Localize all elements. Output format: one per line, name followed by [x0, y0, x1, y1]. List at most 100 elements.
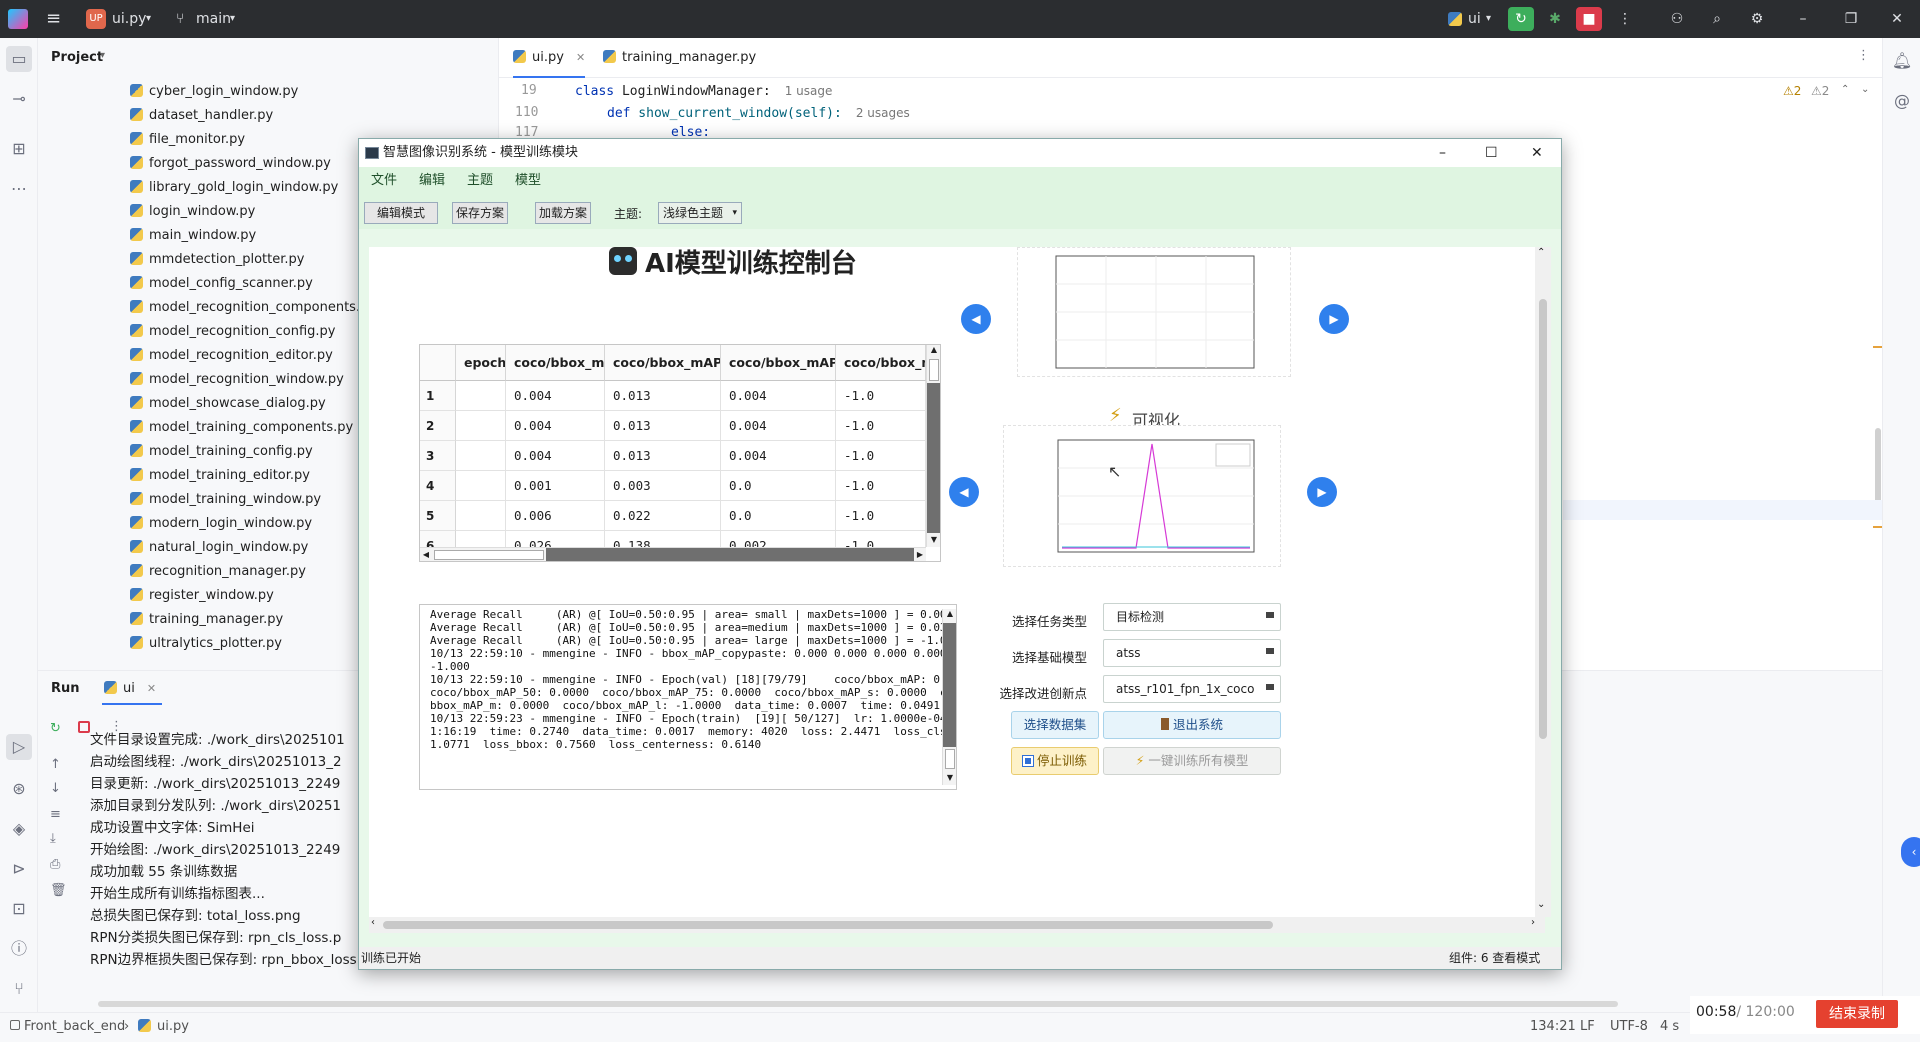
- train-all-models-button[interactable]: ⚡ 一键训练所有模型: [1103, 747, 1281, 775]
- table-cell[interactable]: [456, 441, 506, 471]
- run-config-selector[interactable]: ui: [1468, 0, 1481, 38]
- table-cell[interactable]: 0.013: [605, 381, 721, 411]
- table-cell[interactable]: -1.0: [836, 441, 926, 471]
- gear-icon[interactable]: ⚙: [1744, 7, 1770, 31]
- loss-plot-top[interactable]: [1018, 248, 1292, 378]
- log-vscroll[interactable]: ▲ ▼: [942, 609, 956, 785]
- table-cell[interactable]: 0.004: [506, 441, 605, 471]
- table-cell[interactable]: 0.0: [721, 501, 836, 531]
- table-vscroll[interactable]: ▲ ▼: [926, 345, 940, 547]
- scroll-thumb[interactable]: [929, 359, 939, 381]
- maximize-icon[interactable]: ❐: [1838, 7, 1864, 31]
- file-tree-item[interactable]: training_manager.py: [130, 608, 283, 632]
- file-tree-item[interactable]: main_window.py: [130, 224, 256, 248]
- terminal-icon[interactable]: ⊡: [6, 896, 32, 922]
- tab-training-manager[interactable]: training_manager.py: [603, 38, 756, 78]
- file-tree-item[interactable]: cyber_login_window.py: [130, 80, 298, 104]
- scroll-thumb[interactable]: [1539, 299, 1547, 739]
- row-header[interactable]: 4: [420, 471, 456, 501]
- table-cell[interactable]: 0.004: [721, 411, 836, 441]
- app-logo[interactable]: [8, 9, 28, 29]
- file-tree-item[interactable]: file_monitor.py: [130, 128, 245, 152]
- scroll-up-arrow[interactable]: ▲: [927, 345, 940, 357]
- table-cell[interactable]: 0.004: [721, 381, 836, 411]
- problems-icon[interactable]: ⓘ: [6, 936, 32, 962]
- table-cell[interactable]: 0.001: [506, 471, 605, 501]
- row-header[interactable]: 7: [420, 561, 456, 562]
- menu-theme[interactable]: 主题: [467, 167, 493, 195]
- scroll-up-icon[interactable]: ↑: [50, 757, 61, 772]
- prev-plot-button[interactable]: ◀: [961, 304, 991, 334]
- file-tree-item[interactable]: model_training_config.py: [130, 440, 313, 464]
- more-icon[interactable]: ⋮: [1612, 7, 1638, 31]
- inspection-weak-warning[interactable]: ⚠2: [1811, 84, 1829, 98]
- table-cell[interactable]: 0.004: [721, 441, 836, 471]
- file-tree-item[interactable]: mmdetection_plotter.py: [130, 248, 304, 272]
- table-cell[interactable]: 0.001: [721, 561, 836, 562]
- file-tree-item[interactable]: model_training_window.py: [130, 488, 321, 512]
- column-header[interactable]: epoch: [456, 345, 506, 381]
- ai-assistant-icon[interactable]: @: [1889, 88, 1915, 114]
- git-icon[interactable]: ⑂: [6, 976, 32, 1002]
- menu-file[interactable]: 文件: [371, 167, 397, 195]
- loss-plot-bottom[interactable]: [1004, 426, 1282, 568]
- app-titlebar[interactable]: 智慧图像识别系统 - 模型训练模块 – ☐ ✕: [359, 139, 1561, 167]
- project-panel-title[interactable]: Project: [51, 50, 103, 65]
- rerun-icon[interactable]: ↻: [50, 721, 61, 736]
- commit-icon[interactable]: ⊸: [6, 86, 32, 112]
- file-tree-item[interactable]: register_window.py: [130, 584, 274, 608]
- table-hscroll[interactable]: ◀ ▶: [420, 547, 926, 561]
- scroll-down-arrow[interactable]: ⌄: [1537, 899, 1545, 910]
- services-icon[interactable]: ⊳: [6, 856, 32, 882]
- soft-wrap-icon[interactable]: ≡: [50, 807, 61, 822]
- console-hscroll-thumb[interactable]: [98, 1001, 1618, 1007]
- table-cell[interactable]: -1.0: [836, 381, 926, 411]
- run-tab[interactable]: ui ✕: [104, 681, 156, 696]
- caret-position[interactable]: 134:21: [1530, 1019, 1576, 1034]
- stop-icon[interactable]: [78, 721, 90, 733]
- file-tree-item[interactable]: dataset_handler.py: [130, 104, 273, 128]
- file-tree-item[interactable]: model_recognition_config.py: [130, 320, 336, 344]
- file-tree-item[interactable]: model_recognition_window.py: [130, 368, 344, 392]
- file-tree-item[interactable]: forgot_password_window.py: [130, 152, 331, 176]
- more-icon[interactable]: ⋮: [1857, 48, 1870, 63]
- file-tree-item[interactable]: login_window.py: [130, 200, 255, 224]
- close-icon[interactable]: ✕: [1531, 139, 1543, 167]
- file-tree-item[interactable]: ultralytics_plotter.py: [130, 632, 282, 656]
- close-icon[interactable]: ✕: [147, 682, 156, 695]
- table-cell[interactable]: 0.004: [506, 381, 605, 411]
- main-menu-icon[interactable]: ≡: [46, 0, 61, 38]
- scroll-right-arrow[interactable]: ›: [1531, 917, 1535, 928]
- scroll-down-arrow[interactable]: ▼: [927, 535, 940, 547]
- table-cell[interactable]: 0.0: [721, 471, 836, 501]
- content-hscroll[interactable]: ‹ ›: [369, 917, 1545, 933]
- prev-plot-button[interactable]: ◀: [949, 477, 979, 507]
- load-plan-button[interactable]: 加载方案: [535, 202, 591, 224]
- chevron-down-icon[interactable]: ⌄: [1861, 84, 1869, 95]
- row-header[interactable]: 1: [420, 381, 456, 411]
- row-header[interactable]: 3: [420, 441, 456, 471]
- column-header[interactable]: coco/bbox_mAP: [506, 345, 605, 381]
- layers-icon[interactable]: ◈: [6, 816, 32, 842]
- scroll-right-arrow[interactable]: ▶: [914, 548, 926, 561]
- scroll-thumb[interactable]: [945, 749, 955, 769]
- row-header[interactable]: 5: [420, 501, 456, 531]
- base-model-select[interactable]: atss: [1103, 639, 1281, 667]
- next-plot-button[interactable]: ▶: [1307, 477, 1337, 507]
- column-header[interactable]: coco/bbox_mAP_75: [721, 345, 836, 381]
- print-icon[interactable]: ⎙: [50, 857, 60, 872]
- debug-icon[interactable]: ✱: [1542, 7, 1568, 31]
- structure-icon[interactable]: ⊞: [6, 136, 32, 162]
- file-tree-item[interactable]: recognition_manager.py: [130, 560, 306, 584]
- column-header[interactable]: coco/bbox_mAP_50: [605, 345, 721, 381]
- project-badge[interactable]: UP: [86, 9, 106, 29]
- metrics-table[interactable]: epoch coco/bbox_mAP coco/bbox_mAP_50 coc…: [419, 344, 941, 562]
- edit-mode-button[interactable]: 编辑模式: [364, 202, 438, 224]
- scroll-end-icon[interactable]: ⤓: [50, 831, 56, 846]
- select-dataset-button[interactable]: 选择数据集: [1011, 711, 1099, 739]
- table-cell[interactable]: 0.006: [506, 501, 605, 531]
- table-cell[interactable]: 0.013: [605, 441, 721, 471]
- table-cell[interactable]: 0.022: [605, 501, 721, 531]
- next-plot-button[interactable]: ▶: [1319, 304, 1349, 334]
- stop-recording-button[interactable]: 结束录制: [1816, 1000, 1898, 1028]
